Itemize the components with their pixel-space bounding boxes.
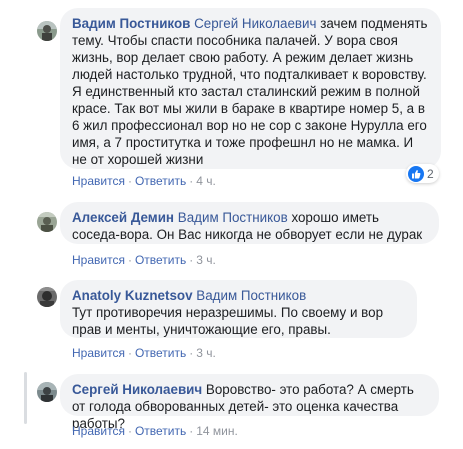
comment-author[interactable]: Вадим Постников	[72, 16, 190, 31]
like-button[interactable]: Нравится	[72, 253, 125, 267]
comment-author[interactable]: Сергей Николаевич	[72, 382, 202, 397]
comment-bubble: Алексей Демин Вадим Постников хорошо име…	[60, 202, 439, 244]
avatar[interactable]	[37, 21, 57, 41]
comment-timestamp[interactable]: 3 ч.	[196, 346, 216, 360]
avatar[interactable]	[37, 287, 57, 307]
comment-timestamp[interactable]: 3 ч.	[196, 253, 216, 267]
like-icon	[408, 165, 424, 182]
reaction-count: 2	[427, 166, 434, 181]
reply-thread-line	[24, 372, 27, 424]
comment-actions: Нравится · Ответить · 4 ч.	[72, 174, 216, 188]
reply-button[interactable]: Ответить	[135, 174, 186, 188]
like-button[interactable]: Нравится	[72, 174, 125, 188]
like-button[interactable]: Нравится	[72, 346, 125, 360]
comment-actions: Нравится · Ответить · 14 мин.	[72, 424, 238, 438]
avatar[interactable]	[37, 382, 57, 402]
comment-bubble: Вадим Постников Сергей Николаевич зачем …	[60, 8, 441, 169]
reply-button[interactable]: Ответить	[135, 346, 186, 360]
comment-timestamp[interactable]: 14 мин.	[196, 424, 238, 438]
comment-mention[interactable]: Вадим Постников	[196, 288, 306, 303]
avatar[interactable]	[37, 212, 57, 232]
comment-author[interactable]: Anatoly Kuznetsov	[72, 288, 193, 303]
comment-mention[interactable]: Сергей Николаевич	[194, 16, 316, 31]
reply-button[interactable]: Ответить	[135, 253, 186, 267]
comment-actions: Нравится · Ответить · 3 ч.	[72, 346, 216, 360]
comment-author[interactable]: Алексей Демин	[72, 210, 174, 225]
like-button[interactable]: Нравится	[72, 424, 125, 438]
comment-text: зачем подменять тему. Чтобы спасти пособ…	[72, 16, 428, 167]
comment-text: Тут противоречия неразрешимы. По своему …	[72, 305, 384, 337]
comment-actions: Нравится · Ответить · 3 ч.	[72, 253, 216, 267]
comment-bubble: Сергей Николаевич Воровство- это работа?…	[60, 374, 439, 431]
reply-button[interactable]: Ответить	[135, 424, 186, 438]
reactions-badge[interactable]: 2	[406, 164, 439, 183]
comment-bubble: Anatoly Kuznetsov Вадим Постников Тут пр…	[60, 280, 417, 338]
comment-mention[interactable]: Вадим Постников	[178, 210, 288, 225]
comment-timestamp[interactable]: 4 ч.	[196, 174, 216, 188]
